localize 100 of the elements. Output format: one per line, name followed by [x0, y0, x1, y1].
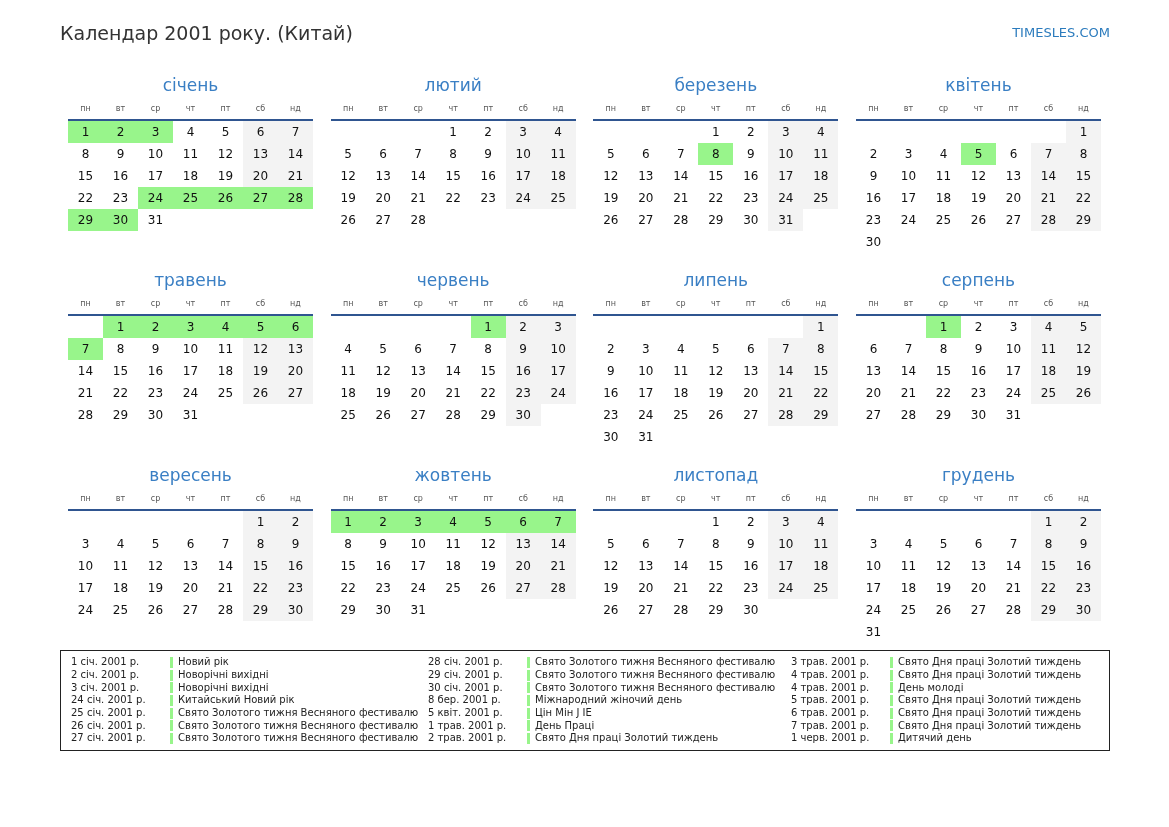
- day-number: 18: [444, 558, 462, 575]
- holiday-name: День Праці: [535, 719, 595, 732]
- weekend-cell: 25: [540, 187, 576, 209]
- weekend-cell: 15: [803, 360, 839, 382]
- weekday-label: нд: [552, 103, 564, 115]
- weekend-cell: 17: [768, 555, 804, 577]
- day-number: 28: [76, 407, 95, 424]
- weekday-label: сб: [1043, 493, 1054, 505]
- weekday-label: пт: [220, 103, 231, 115]
- weekend-cell: 29: [1065, 209, 1101, 231]
- day-number: 27: [637, 212, 655, 229]
- day-number: 21: [672, 190, 690, 207]
- weekend-cell: 21: [768, 382, 804, 404]
- weekend-cell: 9: [1065, 533, 1101, 555]
- day-number: 14: [444, 363, 462, 380]
- day-number: 24: [1004, 385, 1023, 402]
- day-number: 15: [934, 363, 953, 380]
- day-number: 31: [181, 407, 200, 424]
- weekend-cell: 23: [1065, 577, 1101, 599]
- day-number: 15: [444, 168, 462, 185]
- day-number: 24: [864, 602, 883, 619]
- day-number: 26: [934, 602, 953, 619]
- day-number: 10: [1004, 341, 1023, 358]
- day-number: 22: [339, 580, 357, 597]
- day-number: 12: [374, 363, 392, 380]
- day-number: 17: [146, 168, 165, 185]
- day-number: 28: [1004, 602, 1023, 619]
- day-number: 11: [111, 558, 130, 575]
- weekday-label: нд: [1078, 493, 1089, 505]
- weekday-label: пт: [745, 103, 756, 115]
- day-number: 21: [672, 580, 690, 597]
- weekday-label: нд: [815, 103, 827, 115]
- holiday-name: Свято Золотого тижня Весняного фестивалю: [178, 719, 419, 732]
- month-title: квітень: [945, 74, 1012, 97]
- day-number: 14: [672, 558, 690, 575]
- day-number: 23: [864, 212, 883, 229]
- day-number: 27: [864, 407, 883, 424]
- holiday-name: Свято Золотого тижня Весняного фестивалю: [535, 669, 776, 682]
- day-number: 13: [864, 363, 883, 380]
- day-number: 6: [378, 146, 388, 163]
- day-number: 11: [216, 341, 235, 358]
- weekday-label: ср: [938, 493, 949, 505]
- day-number: 19: [479, 558, 497, 575]
- weekend-cell: 18: [540, 165, 576, 187]
- day-number: 15: [76, 168, 95, 185]
- day-number: 14: [216, 558, 235, 575]
- weekend-cell: 11: [803, 143, 839, 165]
- holiday-date: 8 бер. 2001 р.: [428, 694, 502, 707]
- day-number: 31: [409, 602, 427, 619]
- weekday-label: нд: [1078, 103, 1089, 115]
- weekday-label: вт: [115, 298, 126, 310]
- day-number: 27: [742, 407, 760, 424]
- site-link[interactable]: TIMESLES.COM: [1012, 25, 1110, 41]
- weekday-label: пт: [220, 493, 231, 505]
- day-number: 1: [448, 124, 458, 141]
- weekend-cell: 28: [540, 577, 576, 599]
- weekday-label: пт: [220, 298, 231, 310]
- weekend-cell: 14: [278, 143, 313, 165]
- weekday-label: сб: [255, 298, 266, 310]
- day-number: 19: [602, 190, 620, 207]
- weekend-cell: 20: [505, 555, 541, 577]
- day-number: 27: [409, 407, 427, 424]
- day-number: 6: [185, 536, 196, 553]
- day-number: 21: [216, 580, 235, 597]
- weekend-cell: 10: [768, 143, 804, 165]
- weekday-label: вт: [115, 103, 126, 115]
- day-number: 23: [742, 190, 760, 207]
- holiday-name: Свято Золотого тижня Весняного фестивалю: [535, 681, 776, 694]
- day-number: 29: [707, 212, 725, 229]
- holiday-name: Новорічні вихідні: [178, 669, 269, 682]
- day-number: 19: [374, 385, 392, 402]
- day-number: 17: [899, 190, 918, 207]
- day-number: 6: [973, 536, 984, 553]
- day-number: 18: [934, 190, 953, 207]
- weekend-cell: 7: [1030, 143, 1066, 165]
- day-number: 9: [868, 168, 879, 185]
- weekend-cell: 13: [278, 338, 313, 360]
- day-number: 23: [479, 190, 497, 207]
- weekday-label: пт: [1008, 103, 1019, 115]
- day-number: 13: [409, 363, 427, 380]
- weekend-cell: 28: [1030, 209, 1066, 231]
- holiday-name: Свято Дня праці Золотий тиждень: [898, 707, 1082, 720]
- day-number: 22: [76, 190, 95, 207]
- weekday-label: ср: [150, 298, 161, 310]
- day-number: 26: [707, 407, 725, 424]
- month-title: жовтень: [414, 464, 492, 487]
- day-number: 26: [339, 212, 357, 229]
- day-number: 10: [181, 341, 200, 358]
- day-number: 9: [150, 341, 161, 358]
- weekday-label: пн: [342, 298, 354, 310]
- weekday-label: пн: [605, 493, 617, 505]
- weekend-cell: 27: [278, 382, 313, 404]
- weekend-cell: 2: [1065, 511, 1101, 533]
- weekday-label: сб: [781, 103, 791, 115]
- weekend-cell: 21: [278, 165, 313, 187]
- weekday-label: пт: [483, 103, 494, 115]
- day-number: 26: [969, 212, 988, 229]
- day-number: 12: [969, 168, 988, 185]
- holiday-cell: 28: [278, 187, 313, 209]
- weekday-label: пн: [868, 298, 879, 310]
